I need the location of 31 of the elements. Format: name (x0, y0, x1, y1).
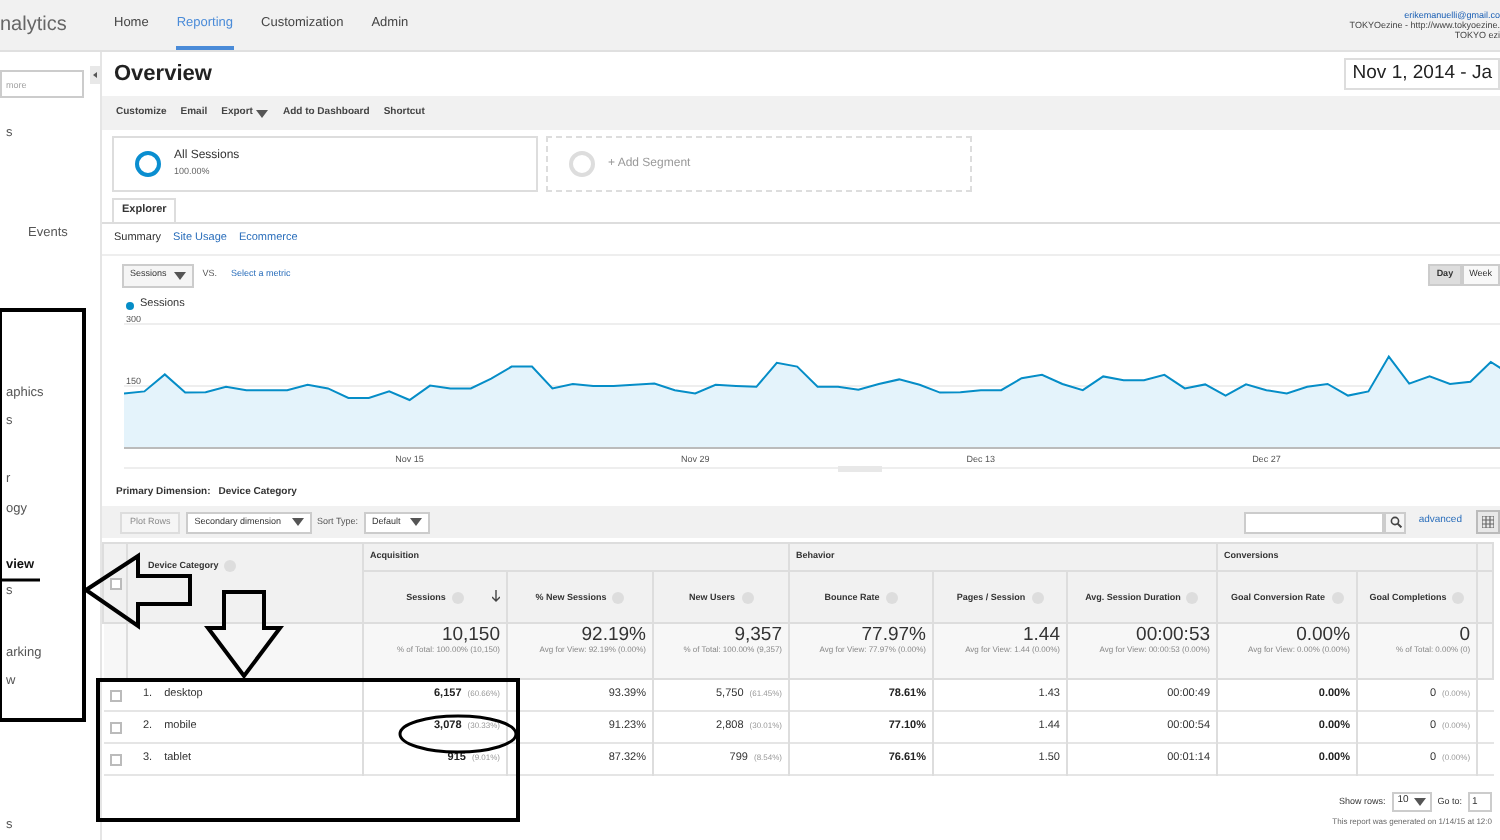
row-checkbox[interactable] (109, 689, 121, 701)
total-value: 0 (1457, 626, 1471, 646)
grid-view-button[interactable] (1476, 510, 1500, 534)
caret-icon (291, 518, 304, 526)
caret-icon (174, 271, 187, 279)
collapse-icon[interactable] (90, 66, 100, 84)
row-checkbox[interactable] (109, 721, 121, 733)
total-value: 9,357 (732, 626, 782, 646)
caret-icon (256, 109, 269, 117)
ring-icon (134, 150, 162, 178)
total-value: 0.00% (1294, 626, 1351, 646)
ring-icon (568, 150, 596, 178)
grid-icon (1482, 516, 1494, 528)
sort-arrow-icon (492, 590, 500, 602)
underline-mark (0, 578, 40, 582)
total-value: 00:00:53 (1134, 626, 1211, 646)
checkbox[interactable] (109, 577, 121, 589)
row-checkbox[interactable] (109, 753, 121, 765)
caret-icon (1413, 798, 1426, 806)
caret-icon (410, 518, 423, 526)
page-title: Overview (114, 59, 212, 90)
date-range-picker[interactable]: Nov 1, 2014 - Ja (1344, 57, 1500, 91)
logo-text: nalytics (0, 12, 69, 40)
search-button[interactable] (1384, 511, 1407, 533)
search-icon (1389, 516, 1402, 528)
total-value: 1.44 (1021, 626, 1060, 646)
table-search-field[interactable] (1244, 511, 1385, 533)
total-value: 10,150 (439, 626, 500, 646)
total-value: 92.19% (579, 626, 646, 646)
total-value: 77.97% (859, 626, 926, 646)
annotation-ellipse (398, 714, 518, 754)
